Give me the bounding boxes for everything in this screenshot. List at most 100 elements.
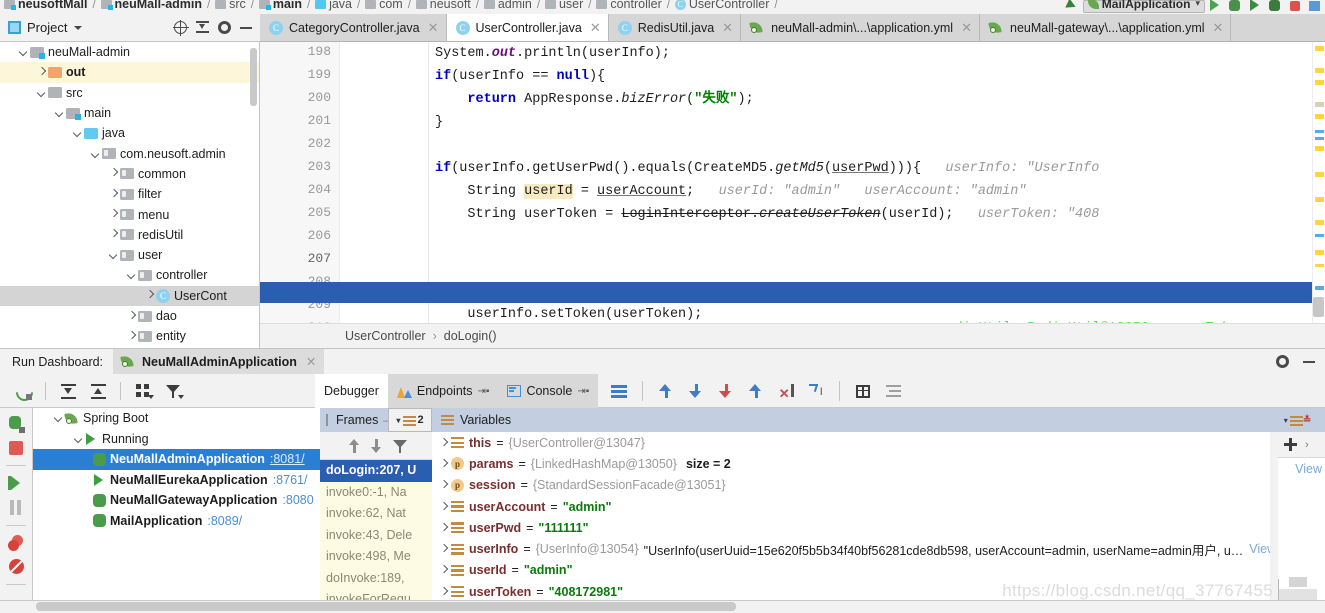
tree-node-redisutil[interactable]: redisUtil bbox=[0, 225, 259, 245]
variable-row-this[interactable]: this = {UserController@13047} bbox=[432, 432, 1270, 453]
tree-node-common[interactable]: common bbox=[0, 164, 259, 184]
editor-tab-usercontroller[interactable]: C UserController.java ✕ bbox=[446, 14, 609, 41]
breadcrumb-item-usercontroller[interactable]: C UserController bbox=[674, 0, 769, 14]
tab-console[interactable]: Console ⇥▪ bbox=[498, 374, 599, 408]
editor-fold-gutter[interactable] bbox=[340, 42, 435, 323]
layout-button[interactable] bbox=[1305, 0, 1325, 14]
collapse-all-icon[interactable] bbox=[83, 378, 113, 404]
up-arrow-icon[interactable] bbox=[349, 438, 360, 453]
info-marker[interactable] bbox=[1315, 286, 1324, 290]
variable-row-session[interactable]: p session = {StandardSessionFacade@13051… bbox=[432, 475, 1270, 496]
frame-item-invoke43[interactable]: invoke:43, Dele bbox=[320, 525, 432, 547]
debug-button[interactable] bbox=[1225, 0, 1245, 14]
warning-marker[interactable] bbox=[1315, 146, 1324, 151]
chevron-right-icon[interactable] bbox=[437, 542, 451, 556]
change-marker[interactable] bbox=[1315, 102, 1324, 107]
step-out-icon[interactable] bbox=[741, 378, 771, 404]
close-icon[interactable]: ✕ bbox=[1213, 20, 1224, 36]
variable-row-userid[interactable]: userId = "admin" bbox=[432, 560, 1270, 581]
chevron-right-icon[interactable] bbox=[437, 436, 451, 450]
view-link[interactable]: View bbox=[1295, 462, 1322, 476]
tree-node-filter[interactable]: filter bbox=[0, 184, 259, 204]
chevron-right-icon[interactable] bbox=[144, 290, 156, 302]
frame-item-invoke62[interactable]: invoke:62, Nat bbox=[320, 503, 432, 525]
breadcrumb-method[interactable]: doLogin() bbox=[444, 329, 497, 343]
chevron-right-icon[interactable]: › bbox=[1305, 439, 1309, 451]
chevron-down-icon[interactable] bbox=[54, 107, 66, 119]
settings-gear-icon[interactable] bbox=[218, 21, 231, 34]
tree-node-menu[interactable]: menu bbox=[0, 204, 259, 224]
collapse-all-icon[interactable] bbox=[196, 21, 209, 34]
dashboard-node-running[interactable]: Running bbox=[33, 429, 320, 450]
expand-all-icon[interactable] bbox=[53, 378, 83, 404]
run-button[interactable] bbox=[1205, 0, 1225, 14]
mute-breakpoints-icon[interactable] bbox=[1, 556, 31, 578]
chevron-down-icon[interactable] bbox=[74, 25, 83, 30]
chevron-right-icon[interactable] bbox=[437, 521, 451, 535]
show-as-table-icon[interactable] bbox=[848, 378, 878, 404]
close-icon[interactable]: ✕ bbox=[590, 20, 601, 36]
tree-node-entity[interactable]: entity bbox=[0, 326, 259, 346]
frame-item-doinvoke[interactable]: doInvoke:189, bbox=[320, 568, 432, 590]
warning-marker[interactable] bbox=[1315, 197, 1324, 202]
view-breakpoints-icon[interactable] bbox=[1, 532, 31, 554]
breadcrumb-item-java[interactable]: java bbox=[315, 0, 352, 14]
force-step-into-icon[interactable] bbox=[711, 378, 741, 404]
chevron-right-icon[interactable] bbox=[108, 168, 120, 180]
tree-node-usercontroller[interactable]: C UserCont bbox=[0, 285, 259, 306]
chevron-down-icon[interactable] bbox=[73, 433, 85, 445]
editor-tab-gateway-application-yml[interactable]: neuMall-gateway\...\application.yml ✕ bbox=[980, 14, 1232, 41]
warning-marker[interactable] bbox=[1315, 172, 1324, 177]
close-icon[interactable]: ✕ bbox=[722, 20, 733, 36]
stop-icon[interactable] bbox=[1, 437, 31, 459]
resume-program-icon[interactable] bbox=[1, 472, 31, 494]
editor-tab-categorycontroller[interactable]: C CategoryController.java ✕ bbox=[260, 14, 447, 41]
dashboard-node-port-link[interactable]: :8080 bbox=[282, 493, 313, 507]
editor-code-area[interactable]: System.out.println(userInfo); if(userInf… bbox=[435, 42, 1325, 323]
rerun-icon[interactable] bbox=[8, 378, 38, 404]
minimize-icon[interactable] bbox=[1303, 360, 1315, 363]
tree-node-controller[interactable]: controller bbox=[0, 265, 259, 285]
tree-node-src[interactable]: src bbox=[0, 83, 259, 103]
run-with-coverage-button[interactable] bbox=[1245, 0, 1265, 14]
chevron-down-icon[interactable] bbox=[108, 249, 120, 261]
dashboard-node-mailapplication[interactable]: MailApplication :8089/ bbox=[33, 511, 320, 532]
breadcrumb-class[interactable]: UserController bbox=[345, 329, 426, 343]
editor-tab-admin-application-yml[interactable]: neuMall-admin\...\application.yml ✕ bbox=[741, 14, 980, 41]
project-panel-title[interactable]: Project bbox=[27, 20, 67, 35]
dashboard-node-neumalladminapplication[interactable]: NeuMallAdminApplication :8081/ bbox=[33, 449, 320, 470]
info-marker[interactable] bbox=[1315, 130, 1324, 133]
chevron-right-icon[interactable] bbox=[437, 563, 451, 577]
step-into-icon[interactable] bbox=[681, 378, 711, 404]
profile-button[interactable] bbox=[1265, 0, 1285, 14]
pin-icon[interactable]: ⇥▪ bbox=[577, 386, 589, 397]
dashboard-node-spring-boot[interactable]: Spring Boot bbox=[33, 408, 320, 429]
group-by-icon[interactable] bbox=[128, 378, 158, 404]
variables-list[interactable]: this = {UserController@13047} p params =… bbox=[432, 432, 1270, 600]
filter-icon[interactable] bbox=[393, 439, 407, 453]
chevron-down-icon[interactable] bbox=[53, 412, 65, 424]
frame-item-invoke498[interactable]: invoke:498, Me bbox=[320, 546, 432, 568]
warning-marker[interactable] bbox=[1315, 264, 1324, 267]
search-everywhere-icon[interactable] bbox=[1063, 0, 1083, 14]
tab-endpoints[interactable]: Endpoints ⇥▪ bbox=[387, 374, 499, 408]
variable-row-userpwd[interactable]: userPwd = "111111" bbox=[432, 517, 1270, 538]
variable-row-useraccount[interactable]: userAccount = "admin" bbox=[432, 496, 1270, 517]
code-editor[interactable]: 198 199 200 201 202 203 204 205 206 207 … bbox=[260, 42, 1325, 323]
show-execution-point-icon[interactable] bbox=[604, 378, 634, 404]
warning-marker[interactable] bbox=[1315, 250, 1324, 255]
close-icon[interactable]: ✕ bbox=[428, 20, 439, 36]
dashboard-node-port-link[interactable]: :8761/ bbox=[273, 473, 308, 487]
breadcrumb-item-neumall-admin[interactable]: neuMall-admin bbox=[100, 0, 202, 14]
horizontal-scrollbar[interactable] bbox=[36, 602, 736, 611]
chevron-down-icon[interactable] bbox=[126, 269, 138, 281]
dashboard-node-neumalleurekaapplication[interactable]: NeuMallEurekaApplication :8761/ bbox=[33, 470, 320, 491]
chevron-down-icon[interactable] bbox=[90, 148, 102, 160]
close-icon[interactable]: ✕ bbox=[306, 354, 316, 369]
info-marker[interactable] bbox=[1315, 234, 1324, 237]
close-icon[interactable]: ✕ bbox=[961, 20, 972, 36]
down-arrow-icon[interactable] bbox=[371, 438, 382, 453]
view-link[interactable]: View bbox=[1249, 542, 1270, 556]
chevron-right-icon[interactable] bbox=[108, 229, 120, 241]
tree-node-main[interactable]: main bbox=[0, 103, 259, 123]
